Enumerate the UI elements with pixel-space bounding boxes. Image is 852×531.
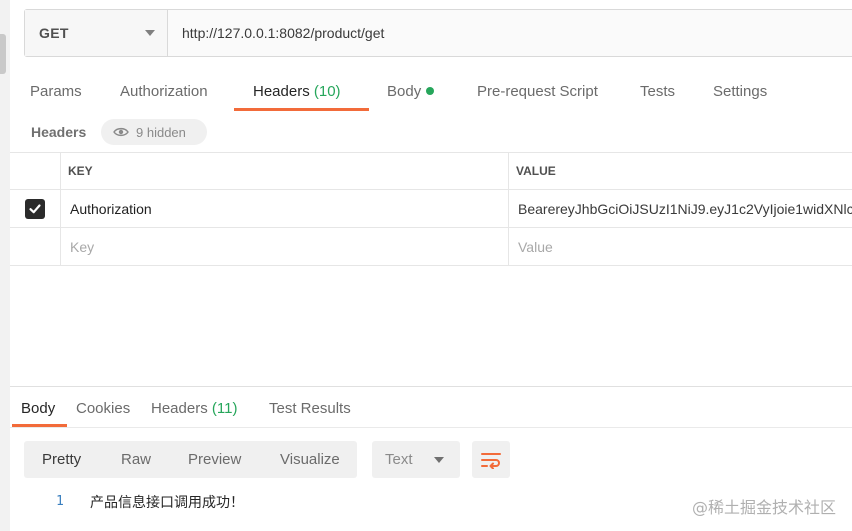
tab-label: Headers	[151, 400, 208, 417]
tab-count: (11)	[211, 400, 238, 417]
line-number: 1	[56, 494, 64, 509]
tab-headers[interactable]: Headers (10)	[253, 83, 341, 100]
table-header-row: KEY VALUE	[10, 152, 852, 190]
new-value-input[interactable]: Value	[509, 228, 852, 265]
response-body-text: 产品信息接口调用成功！	[90, 495, 244, 511]
column-header-value: VALUE	[516, 164, 556, 178]
tab-label: Headers	[253, 83, 310, 100]
header-value-input[interactable]: BearereyJhbGciOiJSUzI1NiJ9.eyJ1c2VyIjoie…	[509, 190, 852, 227]
row-check-cell	[10, 190, 61, 227]
mode-pretty-button[interactable]: Pretty	[42, 451, 81, 468]
postman-window: GET http://127.0.0.1:8082/product/get Pa…	[0, 0, 852, 531]
column-header-key: KEY	[61, 153, 509, 189]
mode-visualize-button[interactable]: Visualize	[280, 451, 340, 468]
tab-tests[interactable]: Tests	[640, 83, 675, 100]
tab-count: (10)	[313, 83, 341, 100]
new-key-input[interactable]: Key	[61, 228, 509, 265]
language-select[interactable]: Text	[372, 441, 460, 478]
tab-params[interactable]: Params	[30, 83, 82, 100]
chevron-down-icon	[434, 456, 444, 463]
left-scroll-handle[interactable]	[0, 34, 6, 74]
tab-settings[interactable]: Settings	[713, 83, 767, 100]
header-key-input[interactable]: Authorization	[61, 190, 509, 227]
response-tabs-divider	[10, 427, 852, 428]
response-tab-headers[interactable]: Headers (11)	[151, 400, 237, 417]
tab-label: Tests	[640, 83, 676, 100]
tab-pre-request-script[interactable]: Pre-request Script	[477, 83, 598, 100]
table-row: Authorization BearereyJhbGciOiJSUzI1NiJ9…	[10, 190, 852, 228]
tab-label: Params	[30, 83, 82, 100]
tab-label: Authorization	[120, 83, 208, 100]
wrap-lines-icon	[481, 452, 501, 469]
tab-label: Settings	[713, 83, 768, 100]
url-bar: GET http://127.0.0.1:8082/product/get	[24, 9, 852, 57]
eye-icon	[113, 127, 129, 137]
tab-authorization[interactable]: Authorization	[120, 83, 208, 100]
method-select[interactable]: GET	[25, 10, 168, 56]
tab-label: Test Results	[269, 400, 351, 417]
table-row-new: Key Value	[10, 228, 852, 266]
tab-label: Pre-request Script	[477, 83, 598, 100]
watermark: @稀土掘金技术社区	[691, 498, 836, 517]
chevron-down-icon	[145, 30, 155, 36]
hidden-headers-toggle[interactable]: 9 hidden	[101, 119, 207, 145]
tab-label: Body	[21, 400, 56, 417]
row-enabled-checkbox[interactable]	[25, 198, 45, 219]
header-check-cell	[10, 153, 61, 189]
mode-raw-button[interactable]: Raw	[121, 451, 151, 468]
method-label: GET	[39, 25, 69, 41]
format-mode-group: Pretty Raw Preview Visualize	[24, 441, 357, 478]
request-tabs: Params Authorization Headers (10) Body P…	[0, 70, 852, 112]
tab-label: Cookies	[76, 400, 131, 417]
response-tab-cookies[interactable]: Cookies	[76, 400, 130, 417]
url-input[interactable]: http://127.0.0.1:8082/product/get	[168, 10, 852, 56]
checkmark-icon	[29, 203, 41, 213]
headers-table: KEY VALUE Authorization BearereyJhbGciOi…	[10, 152, 852, 266]
response-tab-test-results[interactable]: Test Results	[269, 400, 351, 417]
row-check-cell	[10, 228, 61, 265]
tab-body[interactable]: Body	[387, 83, 435, 100]
response-tab-body[interactable]: Body	[21, 400, 55, 417]
tab-label: Body	[387, 83, 422, 100]
wrap-lines-button[interactable]	[472, 441, 510, 478]
active-tab-underline	[234, 108, 369, 111]
hidden-count-label: 9 hidden	[136, 124, 186, 140]
body-indicator-dot-icon	[426, 87, 435, 95]
mode-preview-button[interactable]: Preview	[188, 451, 241, 468]
language-label: Text	[385, 451, 413, 468]
headers-section-title: Headers	[31, 124, 87, 140]
pane-divider[interactable]	[10, 386, 852, 387]
